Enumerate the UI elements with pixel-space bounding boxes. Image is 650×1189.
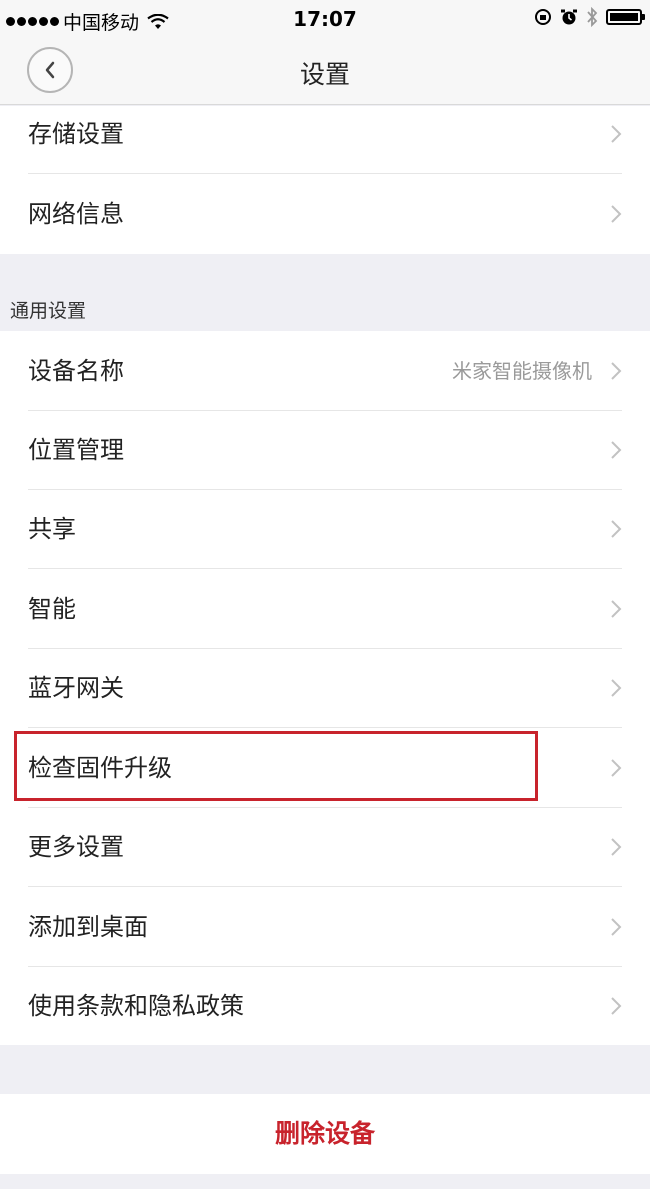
- chevron-right-icon: [611, 600, 622, 618]
- settings-row-storage[interactable]: 存储设置: [0, 94, 650, 174]
- chevron-right-icon: [611, 997, 622, 1015]
- page-title: 设置: [299, 60, 350, 89]
- row-label: 更多设置: [28, 833, 124, 861]
- general-settings-group: 设备名称 米家智能摄像机 位置管理 共享 智能 蓝牙网关 检查固件升级 更多设置…: [0, 331, 650, 1045]
- chevron-right-icon: [611, 838, 622, 856]
- settings-row-firmware-update[interactable]: 检查固件升级: [0, 728, 650, 808]
- row-label: 智能: [28, 595, 76, 623]
- battery-icon: [606, 9, 645, 25]
- row-label: 设备名称: [28, 357, 124, 385]
- settings-row-location[interactable]: 位置管理: [0, 410, 650, 490]
- settings-row-more-settings[interactable]: 更多设置: [0, 807, 650, 887]
- storage-network-group: 存储设置 网络信息: [0, 106, 650, 254]
- row-label: 蓝牙网关: [28, 674, 124, 702]
- settings-row-network[interactable]: 网络信息: [0, 174, 650, 254]
- settings-row-terms-privacy[interactable]: 使用条款和隐私政策: [0, 966, 650, 1046]
- status-right: [534, 7, 645, 27]
- section-header-general: 通用设置: [10, 300, 87, 322]
- row-label: 共享: [28, 515, 76, 543]
- status-bar: 中国移动 17:07: [0, 0, 650, 38]
- settings-row-add-to-desktop[interactable]: 添加到桌面: [0, 887, 650, 967]
- row-label: 网络信息: [28, 200, 124, 228]
- settings-row-share[interactable]: 共享: [0, 489, 650, 569]
- settings-row-smart[interactable]: 智能: [0, 569, 650, 649]
- chevron-right-icon: [611, 520, 622, 538]
- chevron-right-icon: [611, 362, 622, 380]
- settings-row-device-name[interactable]: 设备名称 米家智能摄像机: [0, 331, 650, 411]
- chevron-right-icon: [611, 918, 622, 936]
- delete-device-button[interactable]: 删除设备: [0, 1094, 650, 1174]
- rotation-lock-icon: [535, 9, 551, 25]
- chevron-right-icon: [611, 759, 622, 777]
- chevron-right-icon: [611, 205, 622, 223]
- row-label: 检查固件升级: [28, 754, 172, 782]
- row-label: 位置管理: [28, 436, 124, 464]
- chevron-right-icon: [611, 125, 622, 143]
- row-label: 使用条款和隐私政策: [28, 992, 244, 1020]
- alarm-clock-icon: [561, 9, 577, 25]
- settings-row-bluetooth-gateway[interactable]: 蓝牙网关: [0, 648, 650, 728]
- chevron-right-icon: [611, 441, 622, 459]
- delete-group: 删除设备: [0, 1094, 650, 1174]
- device-name-value: 米家智能摄像机: [452, 359, 592, 383]
- row-label: 存储设置: [28, 120, 124, 148]
- row-label: 添加到桌面: [28, 913, 148, 941]
- chevron-right-icon: [611, 679, 622, 697]
- bluetooth-icon: [587, 7, 598, 27]
